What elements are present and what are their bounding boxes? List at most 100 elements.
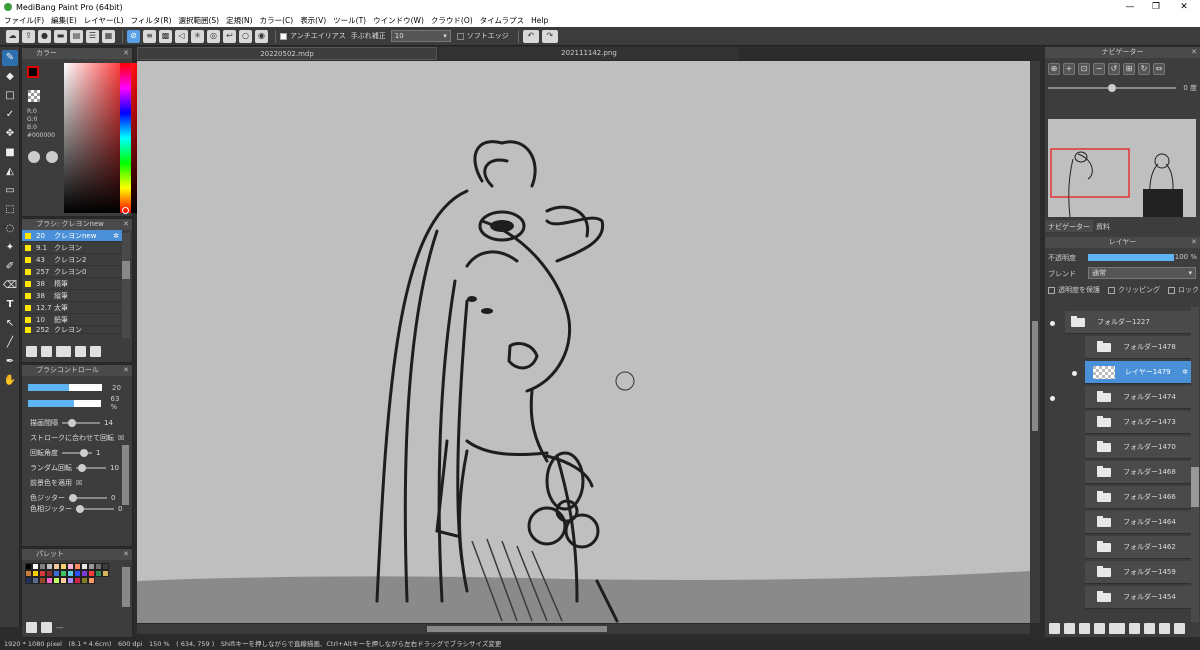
fill-rect-tool-icon[interactable]: ■ xyxy=(2,145,18,161)
gradient-tool-icon[interactable]: ▭ xyxy=(2,183,18,199)
blend-select[interactable]: 通常 ▾ xyxy=(1088,267,1196,279)
antialias-checkbox[interactable] xyxy=(280,32,287,40)
lasso-tool-icon[interactable]: ◌ xyxy=(2,221,18,237)
divide-tool-icon[interactable]: ╱ xyxy=(2,335,18,351)
move-tool-icon[interactable]: ✥ xyxy=(2,126,18,142)
palette-swatch[interactable] xyxy=(53,563,60,570)
angle-slider[interactable] xyxy=(1048,84,1176,92)
snap-off-icon[interactable]: ⊘ xyxy=(127,29,140,43)
brush-cloud-icon[interactable] xyxy=(26,346,37,357)
select-pen-tool-icon[interactable]: ✐ xyxy=(2,259,18,275)
palette-swatch[interactable] xyxy=(81,563,88,570)
zoom-icon[interactable]: + xyxy=(1063,63,1075,75)
drawing-canvas[interactable] xyxy=(137,61,1030,623)
snap-grid-icon[interactable]: ▩ xyxy=(159,29,172,43)
speech-icon[interactable]: ▬ xyxy=(54,29,67,43)
palette-swatch[interactable] xyxy=(95,570,102,577)
maximize-button[interactable]: ❐ xyxy=(1143,0,1169,14)
select-eraser-tool-icon[interactable]: ⌫ xyxy=(2,278,18,294)
palette-swatch[interactable] xyxy=(67,570,74,577)
palette-swatch[interactable] xyxy=(95,563,102,570)
brush-item[interactable]: 257 クレヨン0 xyxy=(22,266,122,278)
upload-icon[interactable]: ⇪ xyxy=(22,29,35,43)
color-add-icon[interactable] xyxy=(46,151,58,163)
close-button[interactable]: ✕ xyxy=(1171,0,1197,14)
tab-document-1[interactable]: 20220502.mdp xyxy=(137,47,437,60)
hue-knob[interactable] xyxy=(122,207,129,214)
hue-jitter-slider[interactable] xyxy=(76,505,114,513)
palette-swatch[interactable] xyxy=(60,563,67,570)
brush-item[interactable]: 12.7 太筆 xyxy=(22,302,122,314)
menu-color[interactable]: カラー(C) xyxy=(260,15,294,26)
delete-layer-icon[interactable] xyxy=(1174,623,1185,634)
close-icon[interactable]: ✕ xyxy=(123,48,129,59)
new-8bit-layer-icon[interactable] xyxy=(1079,623,1090,634)
palette-swatch[interactable] xyxy=(102,563,109,570)
close-icon[interactable]: ✕ xyxy=(123,549,129,560)
visibility-eye-icon[interactable] xyxy=(1050,396,1055,401)
palette-swatch[interactable] xyxy=(25,577,32,584)
stabilizer-select[interactable]: 10 ▾ xyxy=(390,30,451,42)
cloud-icon[interactable]: ☁ xyxy=(6,29,19,43)
spacing-slider[interactable] xyxy=(62,418,100,427)
tab-material[interactable]: 資料 xyxy=(1093,220,1113,232)
close-icon[interactable]: ✕ xyxy=(1191,47,1197,58)
snap-concentric-icon[interactable]: ◉ xyxy=(255,29,268,43)
duplicate-layer-icon[interactable] xyxy=(1144,623,1155,634)
layer-folder-row[interactable]: フォルダー1478 xyxy=(1085,336,1191,359)
rotate-right-icon[interactable]: ↻ xyxy=(1138,63,1150,75)
select-tool-icon[interactable]: ⬚ xyxy=(2,202,18,218)
magic-wand-tool-icon[interactable]: ✦ xyxy=(2,240,18,256)
layer-row[interactable]: レイヤー1479 ✲ xyxy=(1085,361,1191,384)
palette-delete-icon[interactable] xyxy=(41,622,52,633)
layer-folder-row[interactable]: フォルダー1470 xyxy=(1085,436,1191,459)
protect-alpha-checkbox[interactable] xyxy=(1048,286,1055,294)
palette-swatch[interactable] xyxy=(81,570,88,577)
menu-select[interactable]: 選択範囲(S) xyxy=(179,15,220,26)
flip-icon[interactable]: ⇔ xyxy=(1153,63,1165,75)
palette-swatch[interactable] xyxy=(39,563,46,570)
gear-icon[interactable]: ✲ xyxy=(113,232,119,240)
rotation-slider[interactable] xyxy=(62,448,92,457)
navigator-preview[interactable] xyxy=(1048,119,1196,217)
menu-timelapse[interactable]: タイムラプス xyxy=(480,15,524,26)
page-icon[interactable]: ▤ xyxy=(70,29,83,43)
redo-icon[interactable]: ↷ xyxy=(541,29,558,43)
snap-curve-icon[interactable]: ↩ xyxy=(223,29,236,43)
palette-swatch[interactable] xyxy=(74,563,81,570)
palette-swatch[interactable] xyxy=(81,577,88,584)
menu-filter[interactable]: フィルタ(R) xyxy=(131,15,172,26)
new-folder-icon[interactable] xyxy=(1129,623,1140,634)
actual-size-icon[interactable]: ⊞ xyxy=(1123,63,1135,75)
grid-icon[interactable]: ▦ xyxy=(102,29,115,43)
apply-fg-checkbox[interactable]: ☒ xyxy=(76,479,82,487)
menu-window[interactable]: ウインドウ(W) xyxy=(373,15,424,26)
rect-tool-icon[interactable]: □ xyxy=(2,88,18,104)
palette-swatch[interactable] xyxy=(32,563,39,570)
fit-icon[interactable]: ⊡ xyxy=(1078,63,1090,75)
layer-folder-row[interactable]: フォルダー1227 xyxy=(1065,311,1191,334)
color-wheel-icon[interactable] xyxy=(28,151,40,163)
palette-swatch[interactable] xyxy=(67,577,74,584)
layer-opacity-slider[interactable] xyxy=(1088,254,1174,261)
new-halftone-layer-icon[interactable] xyxy=(1064,623,1075,634)
clipping-checkbox[interactable] xyxy=(1108,286,1115,294)
minimize-button[interactable]: — xyxy=(1117,0,1143,14)
palette-swatch[interactable] xyxy=(39,570,46,577)
layer-folder-row[interactable]: フォルダー1466 xyxy=(1085,486,1191,509)
palette-swatch[interactable] xyxy=(32,570,39,577)
snap-parallel-icon[interactable]: ≡ xyxy=(143,29,156,43)
tab-document-2[interactable]: 202111142.png xyxy=(439,47,739,60)
palette-swatch[interactable] xyxy=(74,570,81,577)
layer-folder-row[interactable]: フォルダー1454 xyxy=(1085,586,1191,609)
tab-navigator[interactable]: ナビゲーター xyxy=(1045,220,1093,232)
brush-item[interactable]: 38 楕筆 xyxy=(22,278,122,290)
color-jitter-slider[interactable] xyxy=(69,493,107,502)
canvas-vertical-scrollbar[interactable] xyxy=(1030,61,1040,623)
canvas-horizontal-scrollbar[interactable] xyxy=(137,624,1030,634)
transparent-color-swatch[interactable] xyxy=(28,90,40,102)
snap-circle-icon[interactable]: ◎ xyxy=(207,29,220,43)
palette-swatch[interactable] xyxy=(32,577,39,584)
brush-size-slider[interactable] xyxy=(28,384,102,391)
menu-view[interactable]: 表示(V) xyxy=(300,15,326,26)
